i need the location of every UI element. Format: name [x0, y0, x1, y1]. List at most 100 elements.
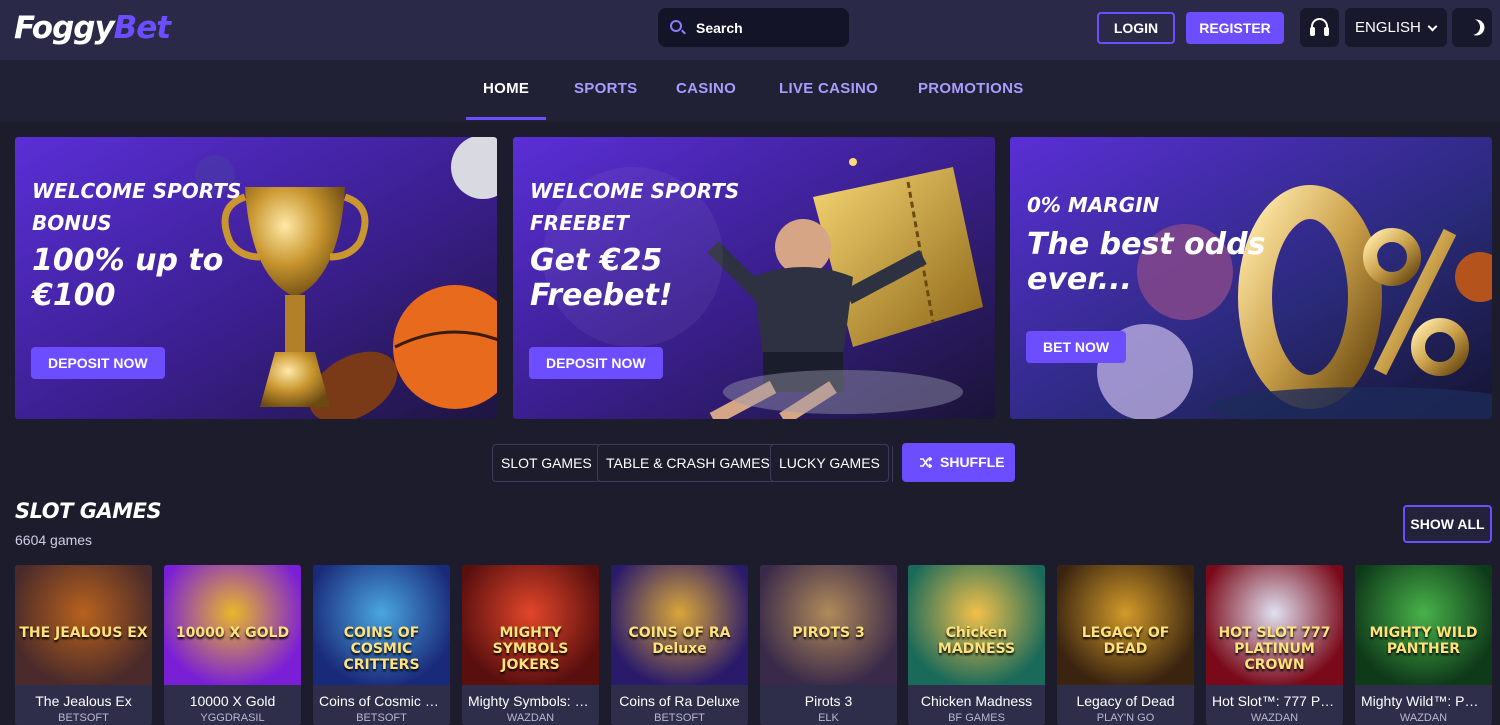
register-button[interactable]: REGISTER: [1186, 12, 1284, 44]
game-thumbnail[interactable]: COINS OF COSMIC CRITTERS: [313, 565, 450, 685]
game-art-title: HOT SLOT 777 PLATINUM CROWN: [1218, 625, 1331, 673]
game-provider: PLAY'N GO: [1096, 712, 1155, 724]
game-art-title: LEGACY OF DEAD: [1081, 625, 1170, 657]
nav-sports[interactable]: SPORTS: [574, 80, 637, 97]
chip-divider: [892, 446, 893, 482]
game-thumbnail[interactable]: LEGACY OF DEAD: [1057, 565, 1194, 685]
support-button[interactable]: [1300, 8, 1339, 47]
game-provider: YGGDRASIL: [200, 712, 265, 724]
game-provider: WAZDAN: [1250, 712, 1299, 724]
promo-banner-sports-bonus[interactable]: WELCOME SPORTS BONUS 100% up to €100 DEP…: [15, 137, 497, 419]
game-meta: Mighty Wild™: Panther WAZDAN: [1355, 685, 1492, 725]
logo-text-bet: Bet: [113, 10, 171, 46]
game-card[interactable]: COINS OF RA Deluxe Coins of Ra Deluxe BETS…: [611, 565, 748, 725]
game-thumbnail[interactable]: COINS OF RA Deluxe: [611, 565, 748, 685]
game-name: Mighty Wild™: Panther: [1361, 693, 1486, 709]
game-meta: Hot Slot™: 777 Platinum Crown WAZDAN: [1206, 685, 1343, 725]
game-meta: The Jealous Ex BETSOFT: [15, 685, 152, 725]
banner-title: 0% MARGIN: [1027, 193, 1160, 217]
banner-headline: The best odds ever...: [1027, 227, 1266, 297]
banner-headline: 100% up to €100: [32, 243, 224, 313]
search-placeholder: Search: [696, 20, 743, 36]
game-provider: BETSOFT: [58, 712, 109, 724]
game-card[interactable]: MIGHTY WILD PANTHER Mighty Wild™: Panther…: [1355, 565, 1492, 725]
nav-home[interactable]: HOME: [483, 80, 529, 97]
deposit-now-button[interactable]: DEPOSIT NOW: [529, 347, 663, 379]
nav-casino[interactable]: CASINO: [676, 80, 736, 97]
foggybet-logo[interactable]: FoggyBet: [14, 10, 171, 46]
promo-banner-zero-margin[interactable]: 0% MARGIN The best odds ever... BET NOW: [1010, 137, 1492, 419]
game-thumbnail[interactable]: MIGHTY SYMBOLS JOKERS: [462, 565, 599, 685]
game-meta: Coins of Ra Deluxe BETSOFT: [611, 685, 748, 725]
game-meta: Mighty Symbols: Jokers WAZDAN: [462, 685, 599, 725]
game-art-title: THE JEALOUS EX: [19, 625, 148, 641]
shuffle-button[interactable]: SHUFFLE: [902, 443, 1015, 482]
game-card[interactable]: COINS OF COSMIC CRITTERS Coins of Cosmic …: [313, 565, 450, 725]
game-art-title: COINS OF COSMIC CRITTERS: [343, 625, 420, 673]
game-thumbnail[interactable]: HOT SLOT 777 PLATINUM CROWN: [1206, 565, 1343, 685]
bet-now-button[interactable]: BET NOW: [1026, 331, 1127, 363]
deposit-now-button[interactable]: DEPOSIT NOW: [31, 347, 165, 379]
headset-icon-left: [1310, 27, 1315, 36]
language-select[interactable]: ENGLISH: [1345, 8, 1447, 47]
search-input[interactable]: Search: [658, 8, 849, 47]
nav-promotions[interactable]: PROMOTIONS: [918, 80, 1024, 97]
game-provider: WAZDAN: [1399, 712, 1448, 724]
headset-icon-right: [1324, 27, 1329, 36]
game-name: The Jealous Ex: [35, 693, 132, 709]
game-name: 10000 X Gold: [189, 693, 276, 709]
game-meta: Chicken Madness BF GAMES: [908, 685, 1045, 725]
game-provider: WAZDAN: [506, 712, 555, 724]
games-count: 6604 games: [15, 532, 93, 548]
language-label: ENGLISH: [1355, 19, 1421, 36]
game-card[interactable]: MIGHTY SYMBOLS JOKERS Mighty Symbols: Jok…: [462, 565, 599, 725]
game-art-title: COINS OF RA Deluxe: [628, 625, 731, 657]
nav-active-indicator: [466, 117, 546, 120]
game-name: Coins of Cosmic Critters: [319, 693, 444, 709]
game-name: Hot Slot™: 777 Platinum Crown: [1212, 693, 1337, 709]
game-thumbnail[interactable]: Chicken MADNESS: [908, 565, 1045, 685]
game-meta: 10000 X Gold YGGDRASIL: [164, 685, 301, 725]
game-provider: BETSOFT: [654, 712, 705, 724]
banner-headline: Get €25 Freebet!: [530, 243, 673, 313]
nav-live-casino[interactable]: LIVE CASINO: [779, 80, 878, 97]
game-thumbnail[interactable]: 10000 X GOLD: [164, 565, 301, 685]
game-thumbnail[interactable]: MIGHTY WILD PANTHER: [1355, 565, 1492, 685]
game-card[interactable]: Chicken MADNESS Chicken Madness BF GAMES: [908, 565, 1045, 725]
search-icon: [670, 20, 682, 32]
banner-title: WELCOME SPORTS FREEBET: [530, 179, 740, 235]
game-name: Pirots 3: [804, 693, 853, 709]
game-art-title: PIROTS 3: [792, 625, 865, 641]
game-card[interactable]: THE JEALOUS EX The Jealous Ex BETSOFT: [15, 565, 152, 725]
logo-text-foggy: Foggy: [14, 10, 115, 46]
game-thumbnail[interactable]: THE JEALOUS EX: [15, 565, 152, 685]
moon-icon: [1462, 17, 1483, 38]
game-name: Coins of Ra Deluxe: [619, 693, 740, 709]
game-thumbnail[interactable]: PIROTS 3: [760, 565, 897, 685]
game-art-title: MIGHTY WILD PANTHER: [1369, 625, 1478, 657]
game-meta: Pirots 3 ELK: [760, 685, 897, 725]
section-title: SLOT GAMES: [15, 499, 162, 523]
main-nav: HOME SPORTS CASINO LIVE CASINO PROMOTION…: [0, 60, 1500, 122]
top-header: FoggyBet Search LOGIN REGISTER ENGLISH: [0, 0, 1500, 60]
tab-table-crash-games[interactable]: TABLE & CRASH GAMES: [597, 444, 779, 482]
game-art-title: Chicken MADNESS: [937, 625, 1016, 657]
banner-title: WELCOME SPORTS BONUS: [32, 179, 242, 235]
game-card[interactable]: 10000 X GOLD 10000 X Gold YGGDRASIL: [164, 565, 301, 725]
show-all-button[interactable]: SHOW ALL: [1403, 505, 1492, 543]
login-button[interactable]: LOGIN: [1097, 12, 1175, 44]
game-meta: Coins of Cosmic Critters BETSOFT: [313, 685, 450, 725]
theme-toggle-button[interactable]: [1452, 8, 1492, 47]
game-name: Mighty Symbols: Jokers: [468, 693, 593, 709]
game-art-title: MIGHTY SYMBOLS JOKERS: [492, 625, 569, 673]
game-card[interactable]: HOT SLOT 777 PLATINUM CROWN Hot Slot™: 77…: [1206, 565, 1343, 725]
shuffle-label: SHUFFLE: [940, 454, 1005, 470]
tab-lucky-games[interactable]: LUCKY GAMES: [770, 444, 889, 482]
promo-banner-freebet[interactable]: WELCOME SPORTS FREEBET Get €25 Freebet! …: [513, 137, 995, 419]
game-provider: BETSOFT: [356, 712, 407, 724]
game-meta: Legacy of Dead PLAY'N GO: [1057, 685, 1194, 725]
game-card[interactable]: PIROTS 3 Pirots 3 ELK: [760, 565, 897, 725]
shuffle-icon: [920, 457, 932, 468]
tab-slot-games[interactable]: SLOT GAMES: [492, 444, 601, 482]
game-card[interactable]: LEGACY OF DEAD Legacy of Dead PLAY'N GO: [1057, 565, 1194, 725]
